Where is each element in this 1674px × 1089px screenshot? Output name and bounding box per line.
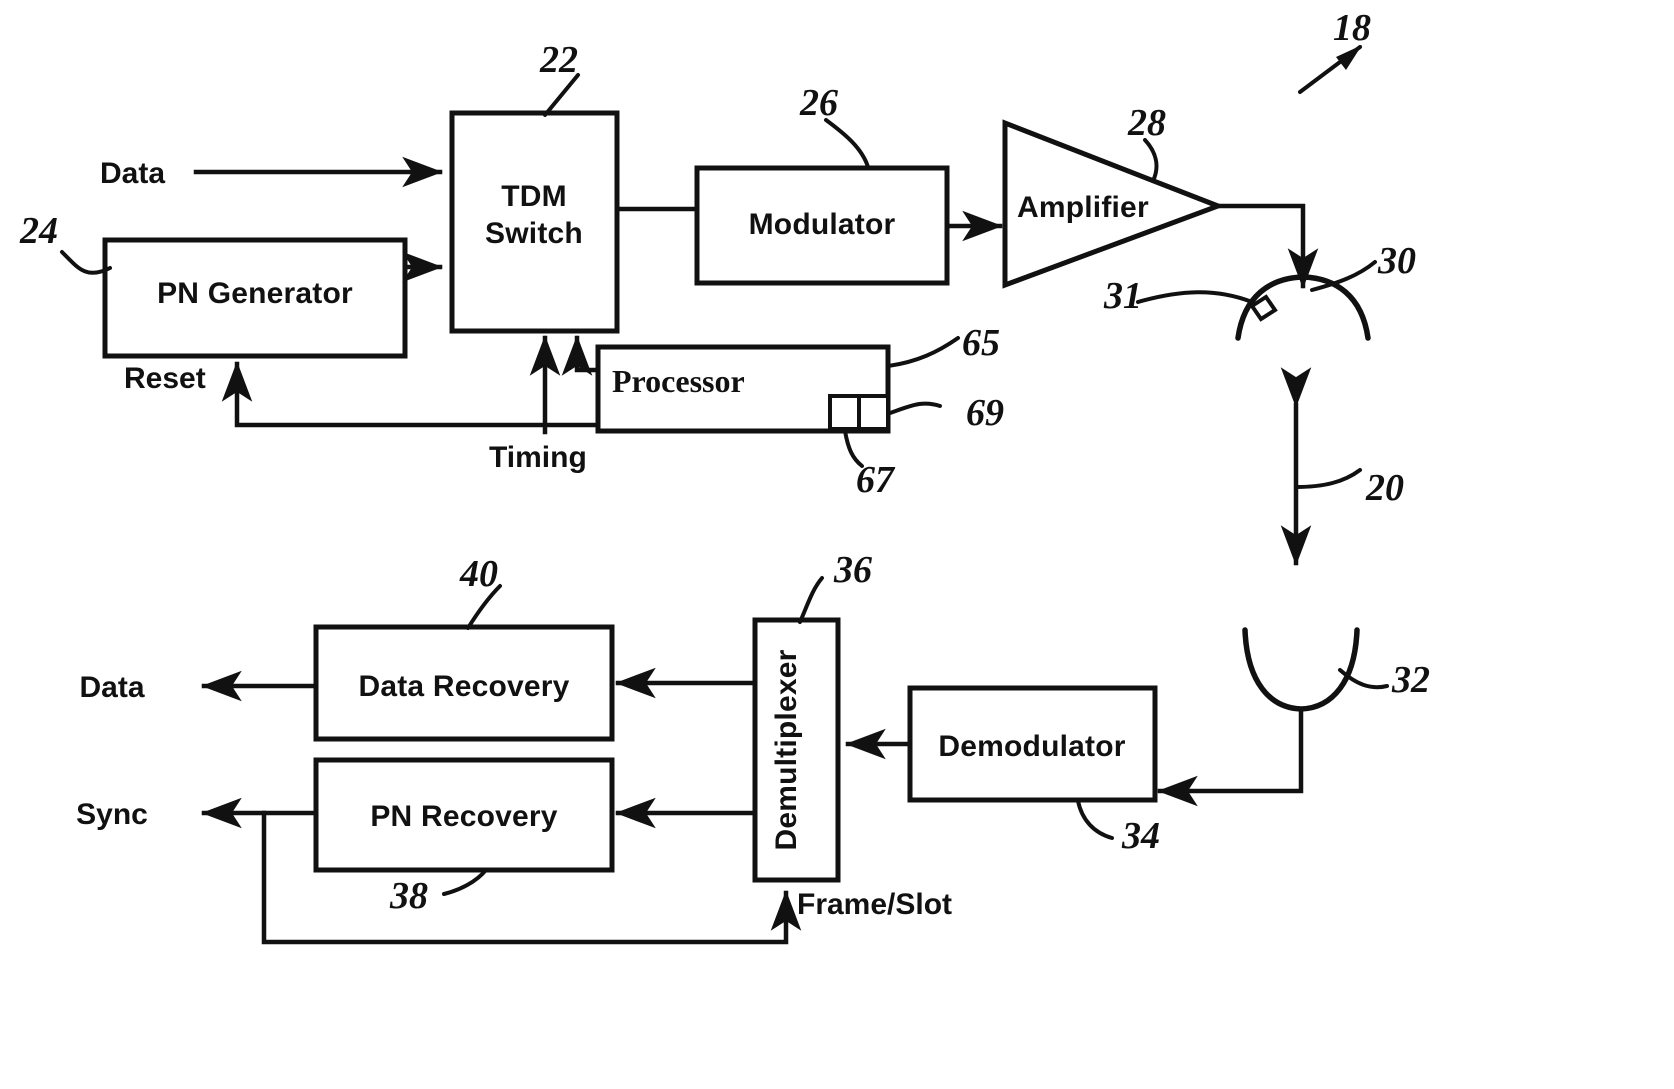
block-label-demultiplexer: Demultiplexer [770,649,803,850]
leader-20 [1294,468,1362,489]
block-label-amplifier: Amplifier [1017,191,1149,224]
wire-antenna-to-demodulator [1157,706,1304,807]
ref-num-22: 22 [539,39,578,81]
leader-65 [886,336,960,368]
leader-26 [824,118,870,169]
ref-num-20: 20 [1365,467,1404,509]
label-timing: Timing [489,441,587,474]
block-label-tdm-switch-line2: Switch [485,217,583,250]
block-label-tdm-switch-line1: TDM [501,180,567,213]
ref-num-28: 28 [1127,102,1166,144]
ref-num-32: 32 [1391,659,1430,701]
ref-num-34: 34 [1121,815,1160,857]
label-sync-out: Sync [76,798,148,831]
leader-30 [1310,260,1377,292]
wire-processor-to-tdm [561,335,601,376]
leader-38 [442,868,488,896]
ref-num-18: 18 [1333,7,1371,49]
leader-34 [1076,799,1114,840]
patent-block-diagram: Data PN Generator 24 TDM Switch 22 Modul… [19,7,1430,945]
leader-69 [888,401,942,415]
label-reset: Reset [124,362,206,395]
label-data-out: Data [79,671,144,704]
label-data-in: Data [100,157,165,190]
ref-num-26: 26 [799,82,838,124]
block-label-data-recovery: Data Recovery [358,670,569,703]
leader-28 [1143,138,1159,183]
block-label-modulator: Modulator [749,208,896,241]
processor-port-right[interactable] [857,394,890,431]
leader-36 [798,576,824,624]
block-label-processor: Processor [612,363,745,399]
ref-num-31: 31 [1103,275,1142,317]
wire-amplifier-to-antenna [1215,203,1319,289]
ref-num-36: 36 [833,549,872,591]
ref-num-65: 65 [962,322,1000,364]
block-label-demodulator: Demodulator [938,730,1125,763]
label-frame-slot: Frame/Slot [797,888,952,921]
ref-num-67: 67 [856,459,896,501]
figure-canvas: Data PN Generator 24 TDM Switch 22 Modul… [0,0,1674,1089]
ref-num-24: 24 [19,210,58,252]
block-label-pn-generator: PN Generator [157,277,353,310]
ref-num-30: 30 [1377,240,1416,282]
processor-port-left[interactable] [828,394,861,431]
ref-num-69: 69 [966,392,1004,434]
block-label-pn-recovery: PN Recovery [370,800,557,833]
ref-num-40: 40 [459,553,498,595]
leader-31 [1136,290,1254,304]
leader-22 [543,73,580,117]
ref-num-38: 38 [389,875,428,917]
